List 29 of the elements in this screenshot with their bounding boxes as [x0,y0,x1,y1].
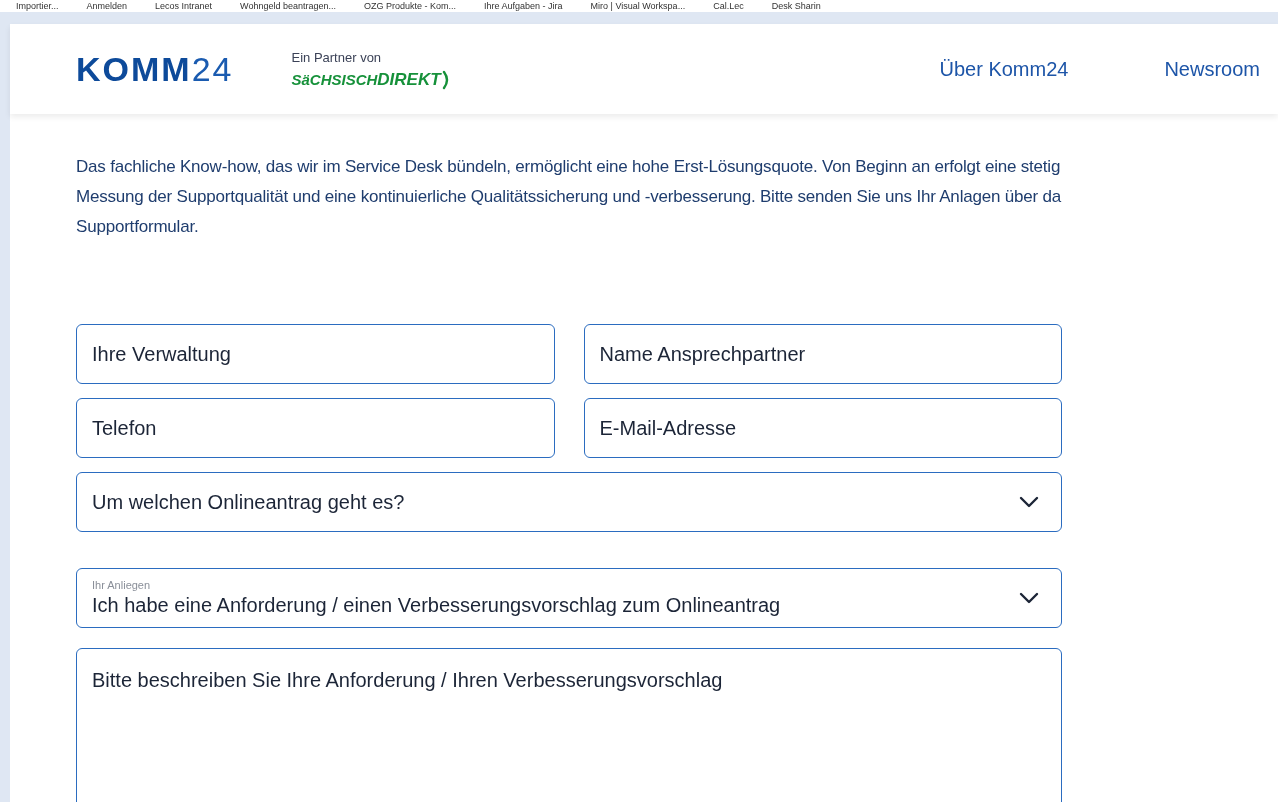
product-select[interactable]: Um welchen Onlineantrag geht es? [76,472,1062,532]
chevron-down-icon [1019,592,1039,604]
logo[interactable]: KOMM24 [76,52,234,86]
bookmark[interactable]: OZG Produkte - Kom... [364,1,457,11]
field-label: Ihr Anliegen [92,578,151,592]
nav-link[interactable]: Newsroom [1164,54,1260,84]
partner-logo[interactable]: SäCHSISCHDIREKT [291,69,450,90]
bookmark[interactable]: Anmelden [86,1,128,11]
bookmark[interactable]: Ihre Aufgaben - Jira [484,1,563,11]
intro-text-line: Messung der Supportqualität und eine kontinuierliche Qualitätssicherung und -verbesserung. Bitte senden Sie uns Ihr Anlagen über da [76,186,1063,208]
text-field[interactable]: Telefon [76,398,555,458]
bookmark[interactable]: Lecos Intranet [155,1,213,11]
nav-link[interactable]: Über Komm24 [939,54,1069,84]
chevron-down-icon [1019,496,1039,508]
intro-text-line: Supportformular. [76,216,200,238]
concern-select[interactable]: Ihr Anliegen Ich habe eine Anforderung / einen Verbesserungsvorschlag zum Onlineantrag [76,568,1062,628]
bookmark[interactable]: Wohngeld beantragen... [240,1,336,11]
arc-icon [441,69,450,90]
text-field[interactable]: Ihre Verwaltung [76,324,555,384]
bookmark[interactable]: Importier... [16,1,59,11]
bookmark[interactable]: Desk Sharin [771,1,821,11]
partner-label: Ein Partner von [291,49,383,68]
bookmark[interactable]: Cal.Lec [713,1,744,11]
text-field[interactable]: Name Ansprechpartner [583,324,1062,384]
text-field[interactable]: E-Mail-Adresse [583,398,1062,458]
bookmark[interactable]: Miro | Visual Workspa... [590,1,686,11]
select-value: Ich habe eine Anforderung / einen Verbesserungsvorschlag zum Onlineantrag [92,593,781,618]
intro-text-line: Das fachliche Know-how, das wir im Service Desk bündeln, ermöglicht eine hohe Erst-Lösungsquote. Von Beginn an erfolgt eine stetig [76,156,1062,178]
description-field[interactable]: Bitte beschreiben Sie Ihre Anforderung / Ihren Verbesserungsvorschlag [76,648,1062,802]
